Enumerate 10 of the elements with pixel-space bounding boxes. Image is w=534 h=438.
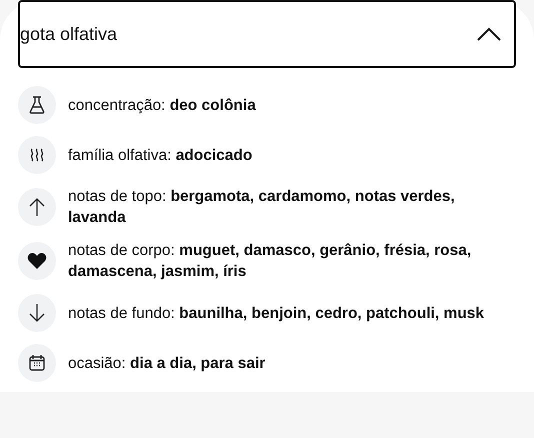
heart-icon — [26, 250, 48, 272]
attribute-text: notas de fundo: baunilha, benjoin, cedro, patchouli, musk — [68, 304, 486, 324]
section-title: gota olfativa — [20, 24, 118, 44]
accordion-header[interactable]: gota olfativa — [18, 0, 516, 68]
chevron-up-icon — [476, 26, 502, 42]
attribute-text: concentração: deo colônia — [68, 96, 257, 116]
attribute-text: notas de topo: bergamota, cardamomo, notas verdes, lavanda — [68, 187, 456, 228]
attribute-text: notas de corpo: muguet, damasco, gerânio, frésia, rosa, damascena, jasmim, íris — [68, 241, 472, 282]
attribute-text: família olfativa: adocicado — [68, 146, 254, 166]
attribute-text: ocasião: dia a dia, para sair — [68, 354, 266, 374]
